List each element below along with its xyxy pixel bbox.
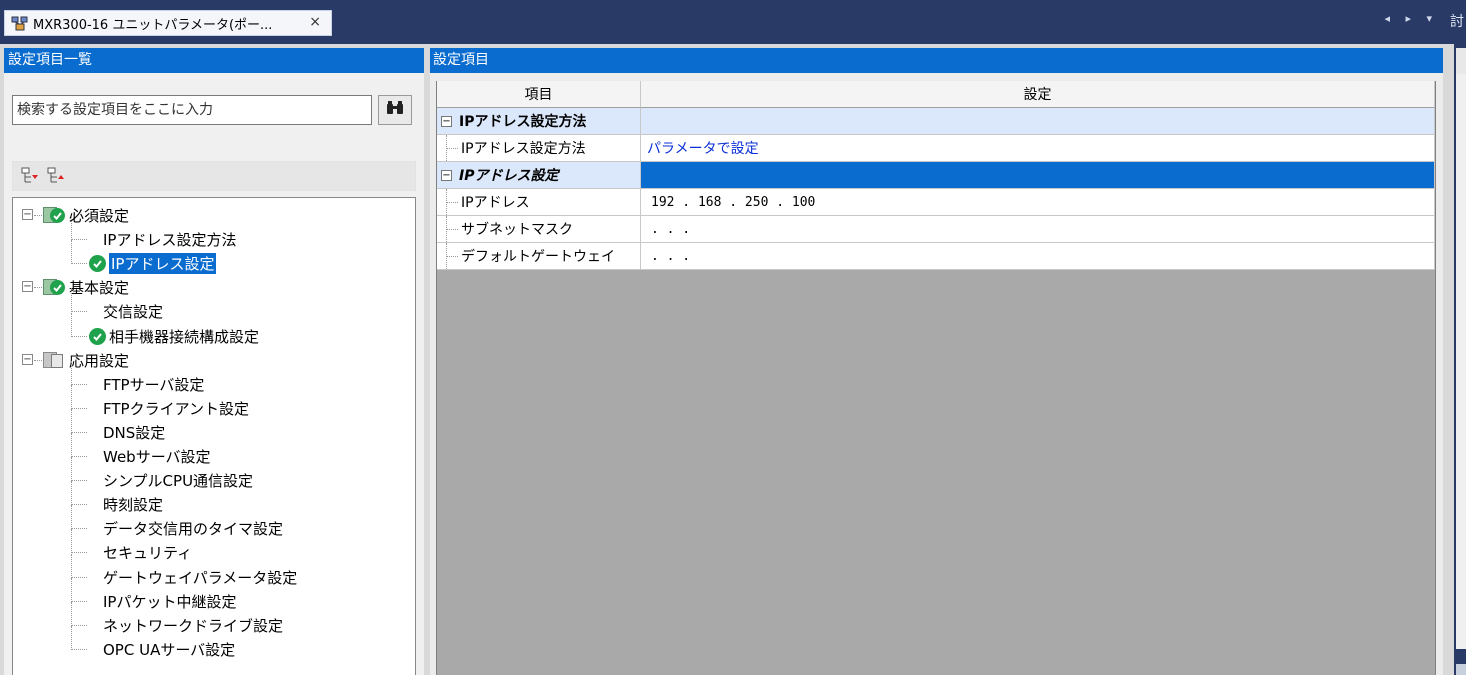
folder-check-icon: [43, 278, 65, 296]
collapse-icon[interactable]: −: [22, 353, 33, 365]
tree-item[interactable]: データ交信用のタイマ設定: [13, 517, 413, 539]
tree-item-label: シンプルCPU通信設定: [103, 472, 254, 491]
tab-navigation-arrows[interactable]: ◂ ▸ ▾: [1384, 12, 1438, 25]
close-icon[interactable]: ×: [309, 14, 321, 30]
tab-title: MXR300-16 ユニットパラメータ(ポー...: [33, 17, 273, 33]
tree-item-label: 交信設定: [103, 303, 164, 322]
setting-value[interactable]: パラメータで設定: [641, 138, 759, 158]
grid-row[interactable]: IPアドレス設定方法 パラメータで設定: [437, 135, 1435, 162]
tree-toolbar: [12, 161, 416, 191]
search-button[interactable]: [378, 95, 412, 125]
document-tab-strip: MXR300-16 ユニットパラメータ(ポー... × ◂ ▸ ▾ 討: [0, 0, 1466, 44]
search-input[interactable]: 検索する設定項目をここに入力: [12, 95, 372, 125]
tree-item[interactable]: 時刻設定: [13, 493, 413, 515]
grid-header-row: 項目 設定: [437, 81, 1435, 108]
setting-value[interactable]: 192 . 168 . 250 . 100: [641, 195, 815, 210]
tree-item-label: FTPサーバ設定: [103, 375, 205, 394]
grid-row[interactable]: IPアドレス 192 . 168 . 250 . 100: [437, 189, 1435, 216]
column-header[interactable]: 設定: [641, 81, 1435, 108]
tree-item-label: FTPクライアント設定: [103, 399, 249, 418]
binoculars-icon: [386, 100, 404, 120]
side-panel-edge: [1454, 44, 1466, 675]
tree-item[interactable]: セキュリティ: [13, 541, 413, 563]
collapse-all-icon[interactable]: [47, 167, 65, 185]
document-tab[interactable]: MXR300-16 ユニットパラメータ(ポー... ×: [4, 10, 332, 36]
tree-item[interactable]: IPアドレス設定: [13, 252, 413, 275]
settings-grid: 項目 設定 − IPアドレス設定方法 IPアドレス設定方法 パラメータで設定 − IPアドレス…: [436, 81, 1436, 675]
tree-item[interactable]: シンプルCPU通信設定: [13, 469, 413, 491]
tree-item[interactable]: OPC UAサーバ設定: [13, 638, 413, 660]
expand-all-icon[interactable]: [21, 167, 39, 185]
settings-list-panel: 検索する設定項目をここに入力 − 必須設定 IPアドレス設定方法 IPアドレス設定 − 基…: [4, 73, 424, 675]
tree-item[interactable]: 相手機器接続構成設定: [13, 325, 413, 347]
folder-check-icon: [43, 206, 65, 224]
tree-item[interactable]: DNS設定: [13, 421, 413, 443]
settings-item-panel: 項目 設定 − IPアドレス設定方法 IPアドレス設定方法 パラメータで設定 − IPアドレス…: [430, 73, 1443, 675]
tree-item-label: ネットワークドライブ設定: [103, 616, 284, 635]
grid-row[interactable]: サブネットマスク. . .: [437, 216, 1435, 243]
tree-item[interactable]: Webサーバ設定: [13, 445, 413, 467]
grid-category-row[interactable]: − IPアドレス設定: [437, 162, 1435, 189]
collapse-icon[interactable]: −: [441, 170, 452, 181]
tree-item[interactable]: ゲートウェイパラメータ設定: [13, 566, 413, 588]
tree-item-label: 相手機器接続構成設定: [109, 327, 260, 346]
tree-item[interactable]: FTPクライアント設定: [13, 397, 413, 419]
tree-group[interactable]: − 応用設定: [13, 349, 413, 371]
grid-category-row[interactable]: − IPアドレス設定方法: [437, 108, 1435, 135]
settings-item-title: 設定項目: [430, 48, 1443, 73]
tree-item[interactable]: ネットワークドライブ設定: [13, 614, 413, 636]
side-panel-title-fragment: 討: [1450, 14, 1464, 30]
setting-value[interactable]: . . .: [641, 249, 690, 264]
column-header[interactable]: 項目: [437, 81, 641, 108]
tree-item[interactable]: IPアドレス設定方法: [13, 228, 413, 250]
setting-value[interactable]: . . .: [641, 222, 690, 237]
tree-group-label: 基本設定: [69, 279, 130, 298]
check-icon: [89, 327, 106, 345]
tree-item-label: セキュリティ: [103, 544, 193, 563]
unit-parameter-icon: [11, 15, 29, 31]
tree-group-label: 応用設定: [69, 351, 130, 370]
tree-group[interactable]: − 必須設定: [13, 204, 413, 226]
collapse-icon[interactable]: −: [22, 281, 33, 293]
item-label: IPアドレス設定方法: [461, 141, 586, 157]
tree-item[interactable]: FTPサーバ設定: [13, 373, 413, 395]
settings-list-title: 設定項目一覧: [4, 48, 424, 73]
check-icon: [89, 255, 106, 273]
category-label: IPアドレス設定: [459, 168, 559, 184]
tree-item-label: IPパケット中継設定: [103, 592, 237, 611]
tree-item-label: IPアドレス設定方法: [103, 231, 237, 250]
tree-item[interactable]: 交信設定: [13, 300, 413, 322]
folder-doc-icon: [43, 351, 65, 369]
tree-item-label: DNS設定: [103, 423, 166, 442]
tree-item-label: OPC UAサーバ設定: [103, 640, 236, 659]
tree-group-label: 必須設定: [69, 207, 130, 225]
settings-tree[interactable]: − 必須設定 IPアドレス設定方法 IPアドレス設定 − 基本設定交信設定相手機器接続構成…: [12, 197, 416, 675]
tree-item-label: データ交信用のタイマ設定: [103, 520, 284, 539]
tree-group[interactable]: − 基本設定: [13, 276, 413, 298]
tree-item-label: ゲートウェイパラメータ設定: [103, 568, 298, 587]
tree-item-label: 時刻設定: [103, 496, 164, 515]
collapse-icon[interactable]: −: [22, 209, 33, 220]
tree-item[interactable]: IPパケット中継設定: [13, 590, 413, 612]
category-label: IPアドレス設定方法: [459, 114, 587, 130]
tree-item-label: Webサーバ設定: [103, 448, 211, 466]
tree-item-label: IPアドレス設定: [109, 253, 217, 275]
item-label: デフォルトゲートウェイ: [461, 249, 615, 265]
collapse-icon[interactable]: −: [441, 116, 452, 127]
grid-row[interactable]: デフォルトゲートウェイ . . .: [437, 243, 1435, 270]
